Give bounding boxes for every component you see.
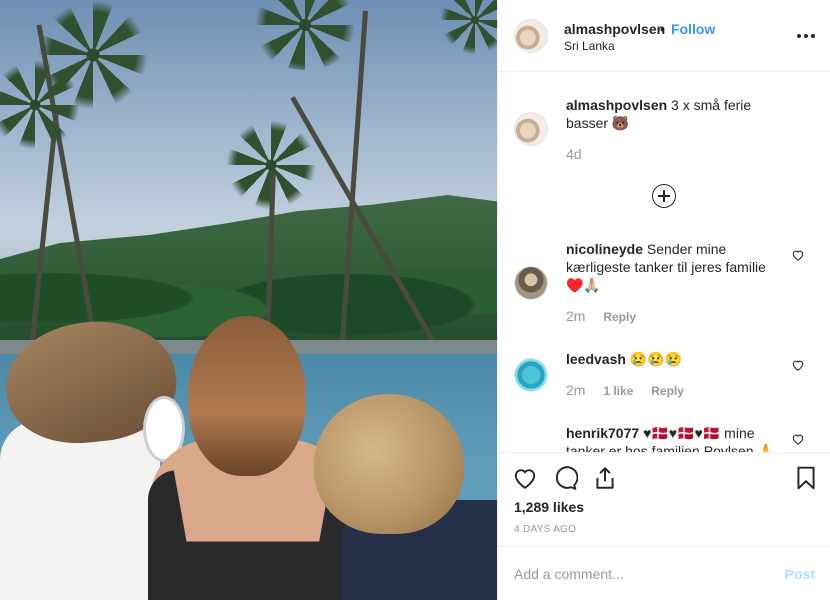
location-link[interactable]: Sri Lanka bbox=[564, 39, 615, 53]
comment-avatar[interactable] bbox=[514, 266, 548, 300]
comment-body: henrik7077 ♥🇩🇰♥🇩🇰♥🇩🇰 mine tanker er hos … bbox=[566, 424, 786, 452]
comment-body: nicolineyde Sender mine kærligeste tanke… bbox=[566, 240, 786, 294]
comment-age: 2m bbox=[566, 308, 586, 324]
comment-username[interactable]: nicolineyde bbox=[566, 241, 643, 257]
more-options-icon[interactable] bbox=[793, 26, 819, 46]
bookmark-icon[interactable] bbox=[793, 465, 819, 491]
plus-circle-icon[interactable] bbox=[652, 184, 676, 208]
post-photo[interactable] bbox=[0, 0, 497, 600]
palm-frond bbox=[226, 120, 316, 210]
palm-frond bbox=[440, 0, 497, 55]
caption-username[interactable]: almashpovlsen bbox=[566, 97, 667, 113]
comment-heart-icon[interactable] bbox=[791, 432, 805, 446]
caption-avatar[interactable] bbox=[514, 112, 548, 146]
child-middle-hair bbox=[188, 316, 306, 476]
comment-likes[interactable]: 1 like bbox=[603, 384, 633, 398]
reply-button[interactable]: Reply bbox=[603, 310, 636, 324]
comment-username[interactable]: henrik7077 bbox=[566, 425, 639, 441]
add-comment-bar: Post bbox=[498, 546, 830, 600]
heart-icon[interactable] bbox=[512, 465, 538, 491]
header-username[interactable]: almashpovlsen bbox=[564, 21, 665, 37]
caption: almashpovlsen 3 x små ferie basser 🐻 bbox=[566, 96, 786, 132]
comment-meta: 2m 1 like Reply bbox=[566, 382, 698, 398]
comment-text: 😢😢😢 bbox=[629, 351, 683, 367]
comment-heart-icon[interactable] bbox=[791, 248, 805, 262]
child-left bbox=[0, 420, 160, 600]
share-icon[interactable] bbox=[592, 465, 618, 491]
separator-dot: • bbox=[660, 21, 665, 37]
palm-frond bbox=[0, 60, 80, 150]
palm-frond bbox=[250, 0, 360, 70]
post-header: almashpovlsen • Follow Sri Lanka bbox=[498, 0, 830, 72]
comment-meta: 2m Reply bbox=[566, 308, 650, 324]
comment-heart-icon[interactable] bbox=[791, 358, 805, 372]
comments-section[interactable]: almashpovlsen 3 x små ferie basser 🐻 4d … bbox=[498, 72, 830, 452]
child-right-hair bbox=[314, 394, 464, 534]
likes-count[interactable]: 1,289 likes bbox=[514, 499, 584, 515]
comment-username[interactable]: leedvash bbox=[566, 351, 626, 367]
caption-age: 4d bbox=[566, 146, 582, 162]
avatar[interactable] bbox=[514, 19, 548, 53]
post-actions: 1,289 likes 4 DAYS AGO bbox=[498, 452, 830, 546]
post-panel: almashpovlsen • Follow Sri Lanka almashp… bbox=[497, 0, 830, 600]
comment-avatar[interactable] bbox=[514, 358, 548, 392]
follow-button[interactable]: Follow bbox=[671, 21, 715, 37]
post-button[interactable]: Post bbox=[785, 566, 815, 582]
comment-input[interactable] bbox=[514, 563, 764, 585]
comment-age: 2m bbox=[566, 382, 586, 398]
post-timestamp[interactable]: 4 DAYS AGO bbox=[514, 524, 576, 535]
reply-button[interactable]: Reply bbox=[651, 384, 684, 398]
comment-body: leedvash 😢😢😢 bbox=[566, 350, 786, 368]
comment-icon[interactable] bbox=[552, 465, 578, 491]
